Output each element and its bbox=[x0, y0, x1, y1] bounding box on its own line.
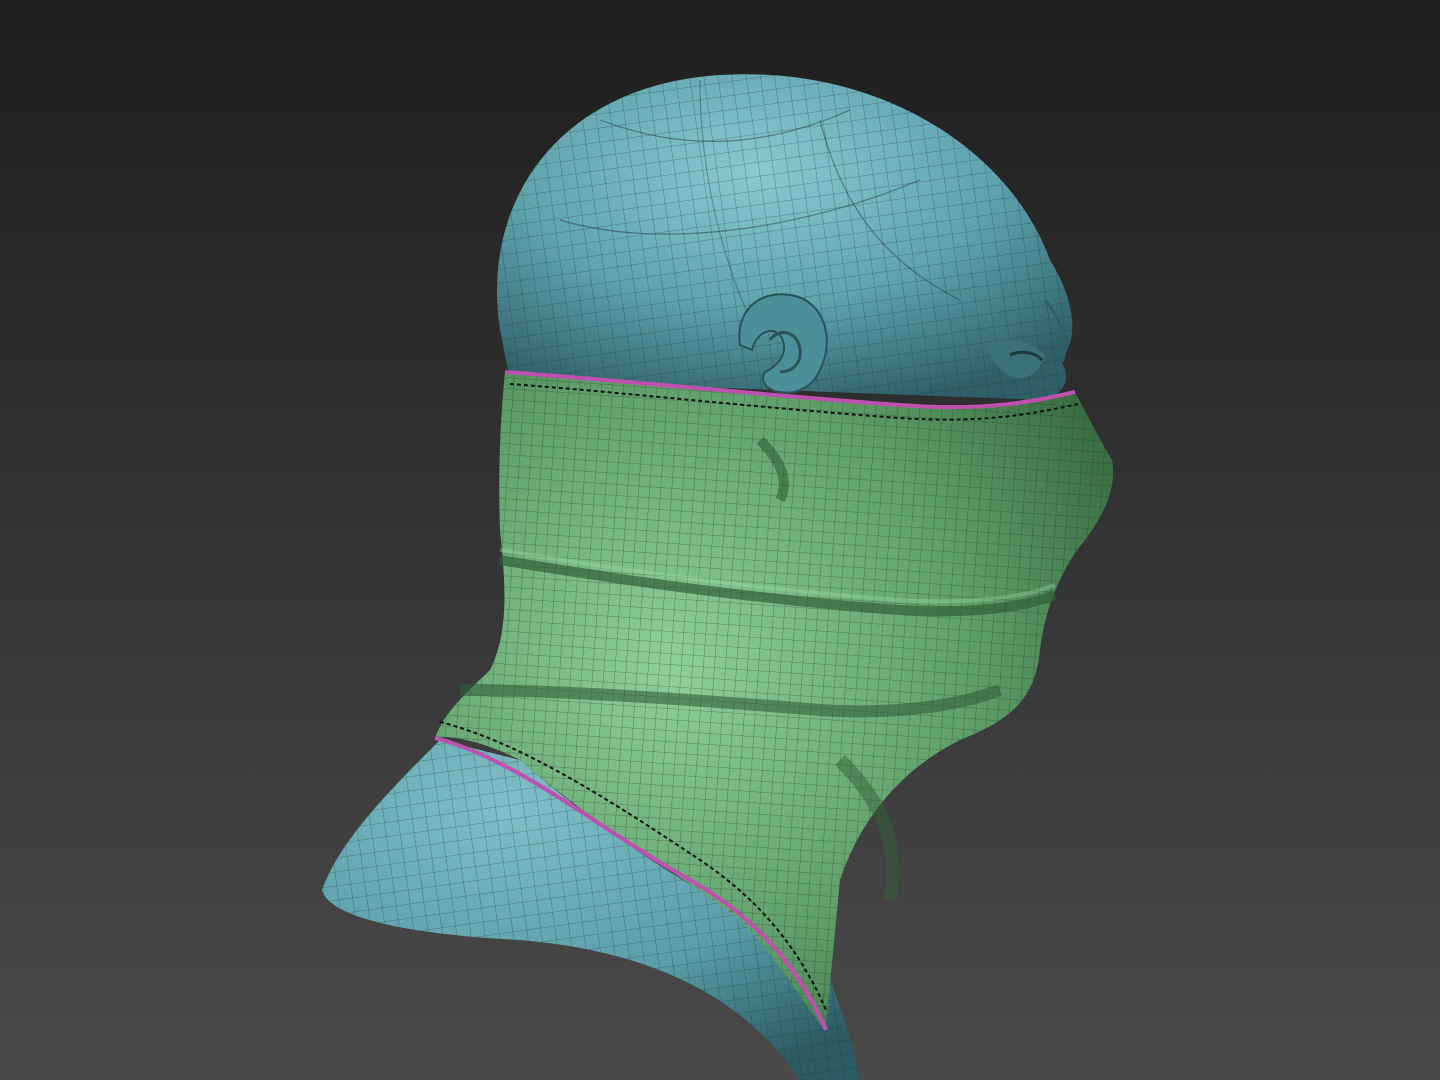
sculpt-scene[interactable] bbox=[0, 0, 1440, 1080]
3d-viewport[interactable] bbox=[0, 0, 1440, 1080]
